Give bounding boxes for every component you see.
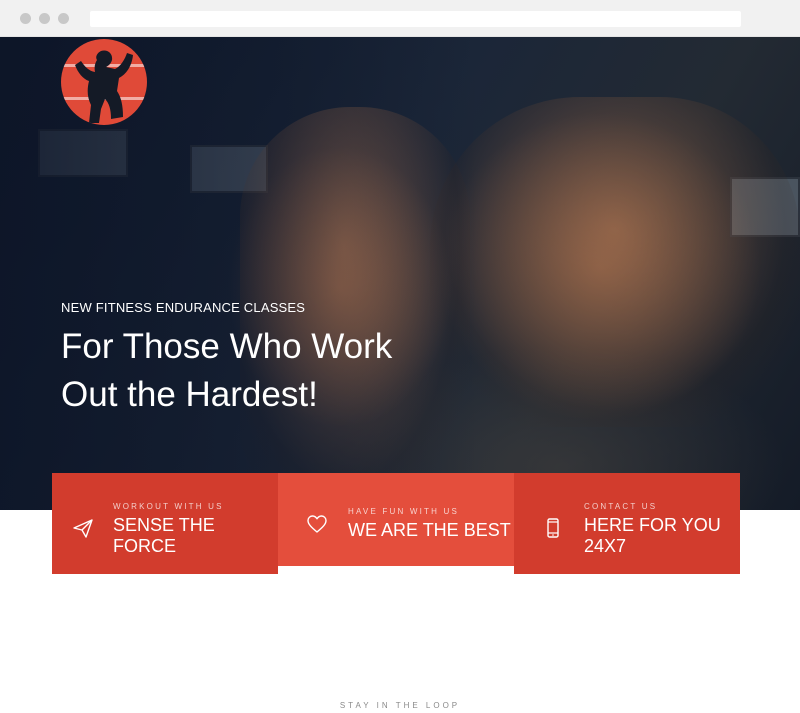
paper-plane-icon: [73, 519, 93, 538]
hero-headline: For Those Who Work Out the Hardest!: [61, 323, 441, 419]
hero-copy: NEW FITNESS ENDURANCE CLASSES For Those …: [61, 298, 441, 419]
site-logo[interactable]: [61, 39, 147, 125]
feature-title: HERE FOR YOU 24X7: [584, 515, 721, 556]
feature-kicker: HAVE FUN WITH US: [348, 507, 460, 516]
window-close-dot[interactable]: [20, 13, 31, 24]
feature-title: WE ARE THE BEST: [348, 520, 511, 540]
browser-toolbar: [0, 0, 800, 37]
feature-kicker: CONTACT US: [584, 502, 658, 511]
hero-eyebrow: NEW FITNESS ENDURANCE CLASSES: [61, 300, 306, 315]
feature-card-workout[interactable]: WORKOUT WITH US SENSE THE FORCE: [52, 473, 278, 574]
feature-strip: WORKOUT WITH US SENSE THE FORCE HAVE FUN…: [52, 473, 740, 575]
window-maximize-dot[interactable]: [58, 13, 69, 24]
window-minimize-dot[interactable]: [39, 13, 50, 24]
feature-card-fun[interactable]: HAVE FUN WITH US WE ARE THE BEST: [278, 473, 514, 566]
feature-card-contact[interactable]: CONTACT US HERE FOR YOU 24X7: [514, 473, 740, 574]
heart-icon: [307, 515, 327, 533]
feature-title: SENSE THE FORCE: [113, 515, 215, 556]
mobile-phone-icon: [547, 518, 559, 538]
hero-headline-line1: For Those Who Work: [61, 327, 393, 366]
feature-kicker: WORKOUT WITH US: [113, 502, 224, 511]
bodybuilder-silhouette-icon: [61, 50, 147, 123]
newsletter-heading: STAY IN THE LOOP: [339, 701, 461, 710]
address-bar[interactable]: [90, 11, 741, 27]
hero-headline-line2: Out the Hardest!: [61, 375, 318, 414]
